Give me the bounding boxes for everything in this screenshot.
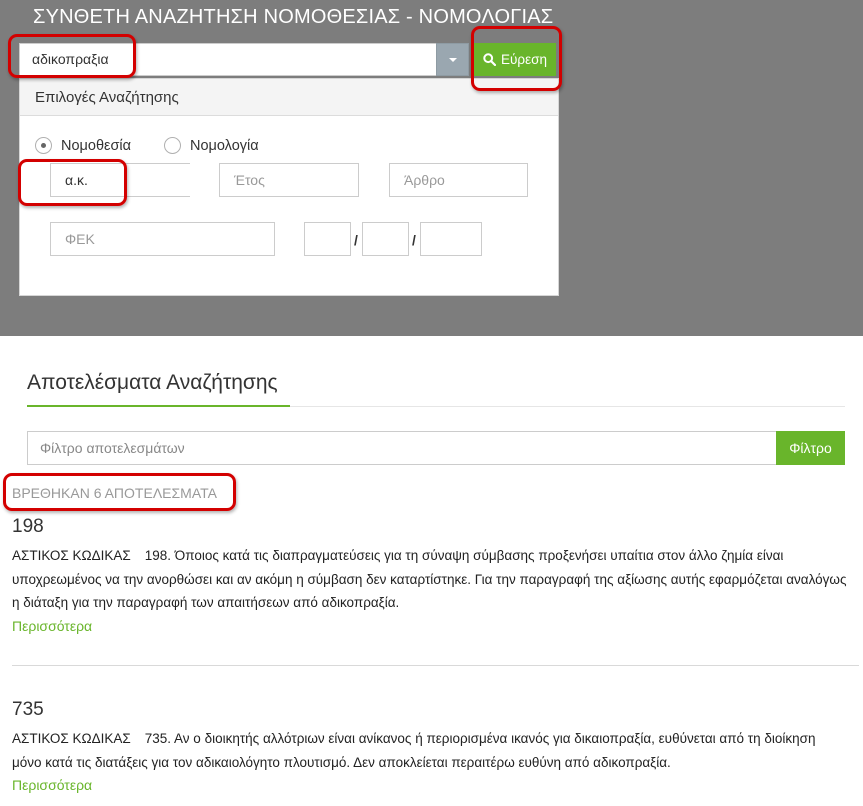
more-link[interactable]: Περισσότερα bbox=[12, 615, 848, 637]
result-source: ΑΣΤΙΚΟΣ ΚΩΔΙΚΑΣ bbox=[12, 548, 131, 563]
result-body: 735. Αν ο διοικητής αλλότριων είναι ανίκ… bbox=[12, 731, 816, 770]
radio-unselected-icon[interactable] bbox=[164, 137, 181, 154]
result-number: 198 bbox=[12, 516, 44, 537]
result-item: 735 ΑΣΤΙΚΟΣ ΚΩΔΙΚΑΣ 735. Αν ο διοικητής α… bbox=[12, 697, 848, 796]
result-source: ΑΣΤΙΚΟΣ ΚΩΔΙΚΑΣ bbox=[12, 731, 131, 746]
article-field[interactable]: Άρθρο bbox=[389, 163, 528, 197]
results-title-underline bbox=[27, 405, 290, 407]
radio-legislation-label: Νομοθεσία bbox=[61, 137, 132, 154]
result-text: ΑΣΤΙΚΟΣ ΚΩΔΙΚΑΣ 735. Αν ο διοικητής αλλότ… bbox=[12, 727, 848, 774]
radio-case-law[interactable]: Νομολογία bbox=[164, 137, 259, 154]
results-count: ΒΡΕΘΗΚΑΝ 6 ΑΠΟΤΕΛΕΣΜΑΤΑ bbox=[12, 485, 217, 501]
result-item: 198 ΑΣΤΙΚΟΣ ΚΩΔΙΚΑΣ 198. Όποιος κατά τις … bbox=[12, 514, 848, 637]
result-divider bbox=[12, 665, 859, 666]
results-filter-input[interactable]: Φίλτρο αποτελεσμάτων bbox=[27, 431, 776, 465]
radio-selected-icon[interactable] bbox=[35, 137, 52, 154]
year-field[interactable]: Έτος bbox=[219, 163, 359, 197]
fek-issue-field[interactable] bbox=[304, 222, 351, 256]
filter-button[interactable]: Φίλτρο bbox=[776, 431, 845, 465]
search-options-panel: Επιλογές Αναζήτησης Νομοθεσία Νομολογία … bbox=[19, 78, 559, 296]
search-input[interactable]: αδικοπραξια bbox=[19, 43, 437, 76]
page-title: ΣΥΝΘΕΤΗ ΑΝΑΖΗΤΗΣΗ ΝΟΜΟΘΕΣΙΑΣ - ΝΟΜΟΛΟΓΙΑ… bbox=[33, 6, 554, 28]
fek-year-field[interactable] bbox=[420, 222, 482, 256]
find-button[interactable]: Εύρεση bbox=[474, 43, 556, 76]
more-link[interactable]: Περισσότερα bbox=[12, 774, 848, 796]
results-title: Αποτελέσματα Αναζήτησης bbox=[27, 371, 278, 394]
search-icon bbox=[483, 53, 497, 66]
fek-number-field[interactable] bbox=[362, 222, 409, 256]
fek-field[interactable]: ΦΕΚ bbox=[50, 222, 275, 256]
search-dropdown-button[interactable] bbox=[436, 43, 469, 76]
result-number: 735 bbox=[12, 699, 44, 720]
result-text: ΑΣΤΙΚΟΣ ΚΩΔΙΚΑΣ 198. Όποιος κατά τις διαπ… bbox=[12, 544, 848, 615]
radio-case-law-label: Νομολογία bbox=[190, 137, 259, 154]
radio-legislation[interactable]: Νομοθεσία bbox=[35, 137, 131, 154]
code-field[interactable]: α.κ. bbox=[50, 163, 190, 197]
search-options-title: Επιλογές Αναζήτησης bbox=[20, 79, 558, 116]
find-button-label: Εύρεση bbox=[501, 52, 547, 67]
result-body: 198. Όποιος κατά τις διαπραγματεύσεις γι… bbox=[12, 548, 847, 610]
fek-separator: / bbox=[354, 232, 358, 248]
fek-separator: / bbox=[412, 232, 416, 248]
chevron-down-icon bbox=[448, 57, 457, 62]
results-title-rule bbox=[290, 406, 845, 407]
